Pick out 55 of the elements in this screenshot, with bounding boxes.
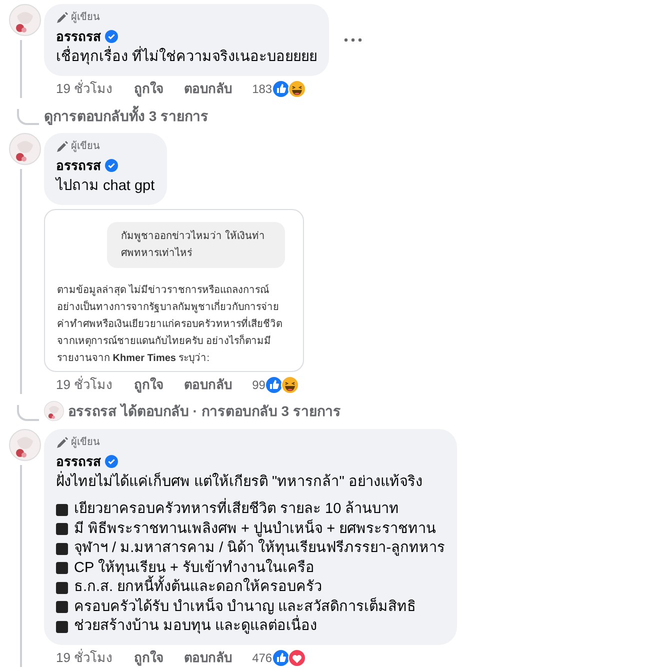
list-item-text: จุฬาฯ / ม.มหาสารคาม / นิด้า ให้ทุนเรียนฟรีภรรยา-ลูกทหาร [74,539,446,558]
bullet-icon [56,582,68,594]
like-button[interactable]: ถูกใจ [134,650,164,666]
reaction-count: 99 [252,377,266,393]
comment-text: เชื่อทุกเรื่อง ที่ไม่ใช่ความจริงเนอะบอยยยย [56,46,318,68]
comment-time[interactable]: 19 ชั่วโมง [56,650,112,666]
bullet-icon [56,562,68,574]
comment-time[interactable]: 19 ชั่วโมง [56,81,112,97]
author-label: ผู้เขียน [71,436,100,450]
bullet-icon [56,620,68,633]
list-item-text: ธ.ก.ส. ยกหนี้ทั้งต้นและดอกให้ครอบครัว [74,578,322,598]
reaction-count: 476 [252,650,272,666]
like-icon [272,648,290,666]
chat-answer: ตามข้อมูลล่าสุด ไม่มีข่าวราชการหรือแถลงการณ์อย่างเป็นทางการจากรัฐบาลกัมพูชาเกี่ยวกับการจ่ายค่าทำศพหรือเงินเยียวยาแก่ครอบครัวทหารที่เสียชีวิตจากเหตุการณ์ชายแดนกับไทยครับ อย่างไรก็ตามมีรายงานจาก Khmer Times ระบุว่า: [57,283,283,366]
comment-time[interactable]: 19 ชั่วโมง [56,377,112,393]
like-icon [265,376,284,394]
reply-button[interactable]: ตอบกลับ [184,650,232,666]
avatar-icon[interactable] [9,429,41,461]
reply-button[interactable]: ตอบกลับ [184,81,232,97]
like-button[interactable]: ถูกใจ [134,377,164,393]
pen-icon [56,12,68,24]
laughing-face-icon [288,80,306,98]
author-label: ผู้เขียน [71,140,100,154]
list-item-text: CP ให้ทุนเรียน + รับเข้าทำงานในเครือ [74,558,314,576]
view-replies-link[interactable]: ดูการตอบกลับทั้ง 3 รายการ [44,107,209,125]
thread-connector [17,109,39,125]
replies-summary-link[interactable]: อรรถรส ได้ตอบกลับ · การตอบกลับ 3 รายการ [68,402,341,420]
pen-icon [56,141,68,153]
author-name[interactable]: อรรถรส [56,156,101,175]
like-button[interactable]: ถูกใจ [134,81,164,97]
author-name[interactable]: อรรถรส [56,452,101,471]
reaction-count: 183 [252,81,272,97]
reply-button[interactable]: ตอบกลับ [184,377,232,393]
screenshot-attachment[interactable] [44,209,304,372]
comment-text: ฝั่งไทยไม่ได้แค่เก็บศพ แต่ให้เกียรติ "ทหารกล้า" อย่างแท้จริง [56,471,446,493]
thread-line [20,40,22,98]
pen-icon [56,437,68,449]
comment-text: ไปถาม chat gpt [56,176,155,196]
more-icon[interactable] [343,37,364,43]
bullet-icon [56,542,68,555]
avatar-icon[interactable] [9,133,41,165]
author-name[interactable]: อรรถรส [56,27,101,46]
like-icon [272,80,290,98]
bullet-icon [56,523,68,536]
list-item-text: เยียวยาครอบครัวทหารที่เสียชีวิต รายละ 10 ล้านบาท [74,500,400,520]
bullet-icon [56,504,68,516]
thread-connector [17,405,39,421]
laughing-face-icon [281,376,300,394]
avatar-icon[interactable] [9,4,41,36]
chat-prompt: กัมพูชาออกข่าวไหมว่า ให้เงินท่าศพทหารเท่าไหร่ [107,222,285,268]
avatar-icon[interactable] [44,401,64,421]
list-item-text: มี พิธีพระราชทานเพลิงศพ + ปูนบำเหน็จ + ยศพระราชทาน [74,520,436,538]
list-item-text: ครอบครัวได้รับ บำเหน็จ บำนาญ และสวัสดิการเต็มสิทธิ [74,598,416,614]
author-label: ผู้เขียน [71,10,100,25]
bullet-icon [56,601,68,614]
